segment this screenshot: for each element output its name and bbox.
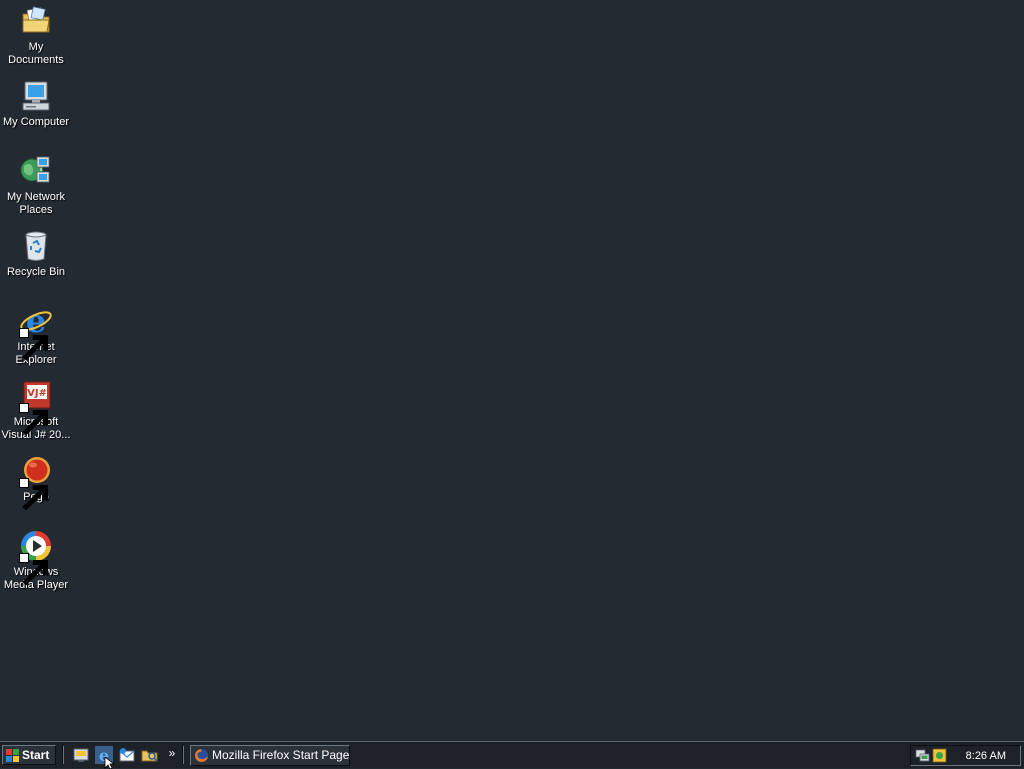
windows-media-player-icon — [19, 529, 53, 586]
shortcut-arrow-icon — [19, 553, 49, 586]
svg-text:e: e — [99, 746, 109, 764]
task-label: Mozilla Firefox Start Page... — [212, 748, 350, 762]
start-button[interactable]: Start — [2, 745, 56, 765]
show-desktop-icon[interactable] — [72, 746, 90, 764]
visual-jsharp-icon: VJ# — [19, 379, 53, 436]
desktop-icon-label: My Network Places — [6, 191, 66, 216]
outlook-express-icon[interactable] — [118, 746, 136, 764]
desktop-icon-windows-media-player[interactable]: Windows Media Player — [0, 527, 72, 592]
taskbar-button-firefox[interactable]: Mozilla Firefox Start Page... — [190, 745, 350, 766]
clock[interactable]: 8:26 AM — [966, 748, 1006, 764]
recycle-bin-icon — [19, 229, 53, 263]
start-label: Start — [22, 748, 50, 762]
taskbar: Start e » Mozilla Firefox Start Page... … — [0, 741, 1024, 768]
shortcut-arrow-icon — [19, 478, 49, 511]
desktop-icon-pego[interactable]: Pego — [0, 452, 72, 511]
pego-icon — [19, 454, 53, 511]
windows-explorer-icon[interactable] — [141, 746, 159, 764]
desktop-icon-internet-explorer[interactable]: e Internet Explorer — [0, 302, 72, 367]
shortcut-arrow-icon — [19, 403, 49, 436]
internet-explorer-icon: e — [19, 304, 53, 361]
system-tray: 8:26 AM — [910, 745, 1021, 766]
svg-text:VJ#: VJ# — [27, 388, 47, 399]
desktop-icon-my-documents[interactable]: My Documents — [0, 2, 72, 67]
desktop-icon-recycle-bin[interactable]: Recycle Bin — [0, 227, 72, 279]
my-computer-icon — [19, 79, 53, 113]
network-icon[interactable] — [915, 748, 930, 763]
desktop-icon-label: My Documents — [8, 41, 64, 66]
desktop-icon-label: My Computer — [2, 116, 70, 128]
quick-launch-more-button[interactable]: » — [166, 745, 178, 763]
desktop-icon-my-network-places[interactable]: My Network Places — [0, 152, 72, 217]
desktop-icon-my-computer[interactable]: My Computer — [0, 77, 72, 129]
shortcut-arrow-icon — [19, 328, 49, 361]
my-network-places-icon — [19, 154, 53, 188]
my-documents-icon — [19, 4, 53, 38]
desktop[interactable]: My Documents My Computer My Network Plac… — [0, 0, 1024, 741]
desktop-icon-label: Recycle Bin — [6, 266, 66, 278]
windows-logo-icon — [6, 749, 19, 762]
taskbar-separator — [62, 746, 64, 764]
desktop-icon-visual-jsharp[interactable]: VJ# Microsoft Visual J# 20... — [0, 377, 72, 442]
taskbar-separator — [182, 746, 184, 764]
security-icon[interactable] — [932, 748, 947, 763]
internet-explorer-icon[interactable]: e — [95, 746, 113, 764]
firefox-icon — [194, 748, 209, 763]
